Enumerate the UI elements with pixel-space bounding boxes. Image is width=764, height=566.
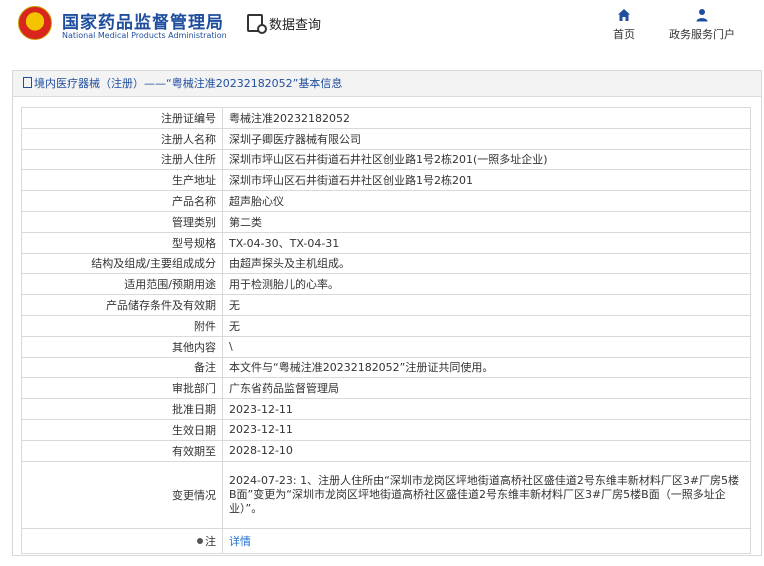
row-label: 适用范围/预期用途 [21, 273, 223, 296]
row-value: 2023-12-11 [222, 398, 751, 420]
table-row: 产品储存条件及有效期无 [21, 294, 751, 316]
row-label: 其他内容 [21, 335, 223, 358]
table-row: 结构及组成/主要组成成分 由超声探头及主机组成。 [21, 252, 751, 275]
panel-header: 境内医疗器械（注册）——“粤械注准20232182052”基本信息 [13, 71, 761, 97]
row-label: 注册证编号 [21, 107, 223, 129]
nav-home-label: 首页 [613, 28, 635, 41]
table-row: 审批部门 广东省药品监督管理局 [21, 377, 751, 400]
document-icon [23, 77, 32, 88]
row-value: 2028-12-10 [222, 439, 751, 462]
table-row: 管理类别 第二类 [21, 210, 751, 233]
row-value: \ [222, 335, 751, 358]
nav-portal-label: 政务服务门户 [669, 28, 735, 41]
row-value: 本文件与“粤械注准20232182052”注册证共同使用。 [222, 356, 751, 379]
row-value: 2024-07-23: 1、注册人住所由“深圳市龙岗区坪地街道高桥社区盛佳道2号… [222, 460, 751, 529]
row-value: 用于检测胎儿的心率。 [222, 273, 751, 296]
data-query-icon [247, 14, 267, 34]
row-value: TX-04-30、TX-04-31 [222, 231, 751, 254]
table-row: 生产地址 深圳市坪山区石井街道石井社区创业路1号2栋201 [21, 169, 751, 192]
page-title: 数据查询 [269, 18, 322, 33]
table-row: 型号规格 TX-04-30、TX-04-31 [21, 231, 751, 254]
row-label: 备注 [21, 356, 223, 379]
row-label: 审批部门 [21, 377, 223, 400]
nav-home[interactable]: 首页 [608, 8, 640, 42]
row-label: 注册人住所 [21, 148, 223, 171]
row-value: 无 [222, 294, 751, 316]
table-row: 备注 本文件与“粤械注准20232182052”注册证共同使用。 [21, 356, 751, 379]
home-icon [618, 9, 630, 21]
row-value: 广东省药品监督管理局 [222, 377, 751, 400]
table-row: 附件无 [21, 314, 751, 337]
row-value: 第二类 [222, 210, 751, 233]
row-label: 生产地址 [21, 169, 223, 192]
table-row: 注册人名称 深圳子卿医疗器械有限公司 [21, 127, 751, 150]
table-row: 产品名称 超声胎心仪 [21, 190, 751, 212]
row-value: 无 [222, 314, 751, 337]
note-label: 注 [205, 534, 216, 548]
row-value: 深圳市坪山区石井街道石井社区创业路1号2栋201 [222, 169, 751, 192]
row-value: 粤械注准20232182052 [222, 107, 751, 129]
row-label: 产品名称 [21, 190, 223, 212]
row-value: 由超声探头及主机组成。 [222, 252, 751, 275]
site-name-en: National Medical Products Administration [62, 31, 227, 40]
table-row: 注册证编号 粤械注准20232182052 [21, 107, 751, 129]
row-label: 变更情况 [21, 460, 223, 529]
row-value: 超声胎心仪 [222, 190, 751, 212]
note-label-cell: 注 [21, 527, 223, 554]
detail-panel: 境内医疗器械（注册）——“粤械注准20232182052”基本信息 注册证编号粤… [12, 70, 762, 556]
note-value-cell: 详情 [222, 527, 751, 554]
row-label: 注册人名称 [21, 127, 223, 150]
details-link[interactable]: 详情 [229, 535, 251, 548]
row-label: 生效日期 [21, 418, 223, 441]
table-row: 批准日期 2023-12-11 [21, 398, 751, 420]
national-emblem-logo: ★ [18, 6, 52, 40]
row-label: 有效期至 [21, 439, 223, 462]
row-value: 2023-12-11 [222, 418, 751, 441]
table-row-note: 注 详情 [21, 527, 751, 554]
row-label: 产品储存条件及有效期 [21, 294, 223, 316]
user-icon [696, 9, 708, 22]
site-header: ★ 国家药品监督管理局 National Medical Products Ad… [0, 0, 764, 62]
table-row: 生效日期 2023-12-11 [21, 418, 751, 441]
row-value: 深圳子卿医疗器械有限公司 [222, 127, 751, 150]
row-label: 批准日期 [21, 398, 223, 420]
table-row: 适用范围/预期用途 用于检测胎儿的心率。 [21, 273, 751, 296]
panel-title: 境内医疗器械（注册）——“粤械注准20232182052”基本信息 [34, 77, 343, 90]
row-label: 管理类别 [21, 210, 223, 233]
table-row-change-history: 变更情况 2024-07-23: 1、注册人住所由“深圳市龙岗区坪地街道高桥社区盛… [21, 460, 751, 529]
table-row: 有效期至 2028-12-10 [21, 439, 751, 462]
site-name-cn[interactable]: 国家药品监督管理局 [62, 8, 224, 33]
registration-info-table: 注册证编号 粤械注准20232182052 注册人名称 深圳子卿医疗器械有限公司 注… [21, 107, 751, 554]
pin-icon [197, 537, 203, 544]
row-label: 附件 [21, 314, 223, 337]
nav-gov-service-portal[interactable]: 政务服务门户 [660, 8, 744, 42]
table-row: 注册人住所 深圳市坪山区石井街道石井社区创业路1号2栋201(一照多址企业) [21, 148, 751, 171]
row-label: 型号规格 [21, 231, 223, 254]
row-label: 结构及组成/主要组成成分 [21, 252, 223, 275]
row-value: 深圳市坪山区石井街道石井社区创业路1号2栋201(一照多址企业) [222, 148, 751, 171]
table-row: 其他内容 \ [21, 335, 751, 358]
